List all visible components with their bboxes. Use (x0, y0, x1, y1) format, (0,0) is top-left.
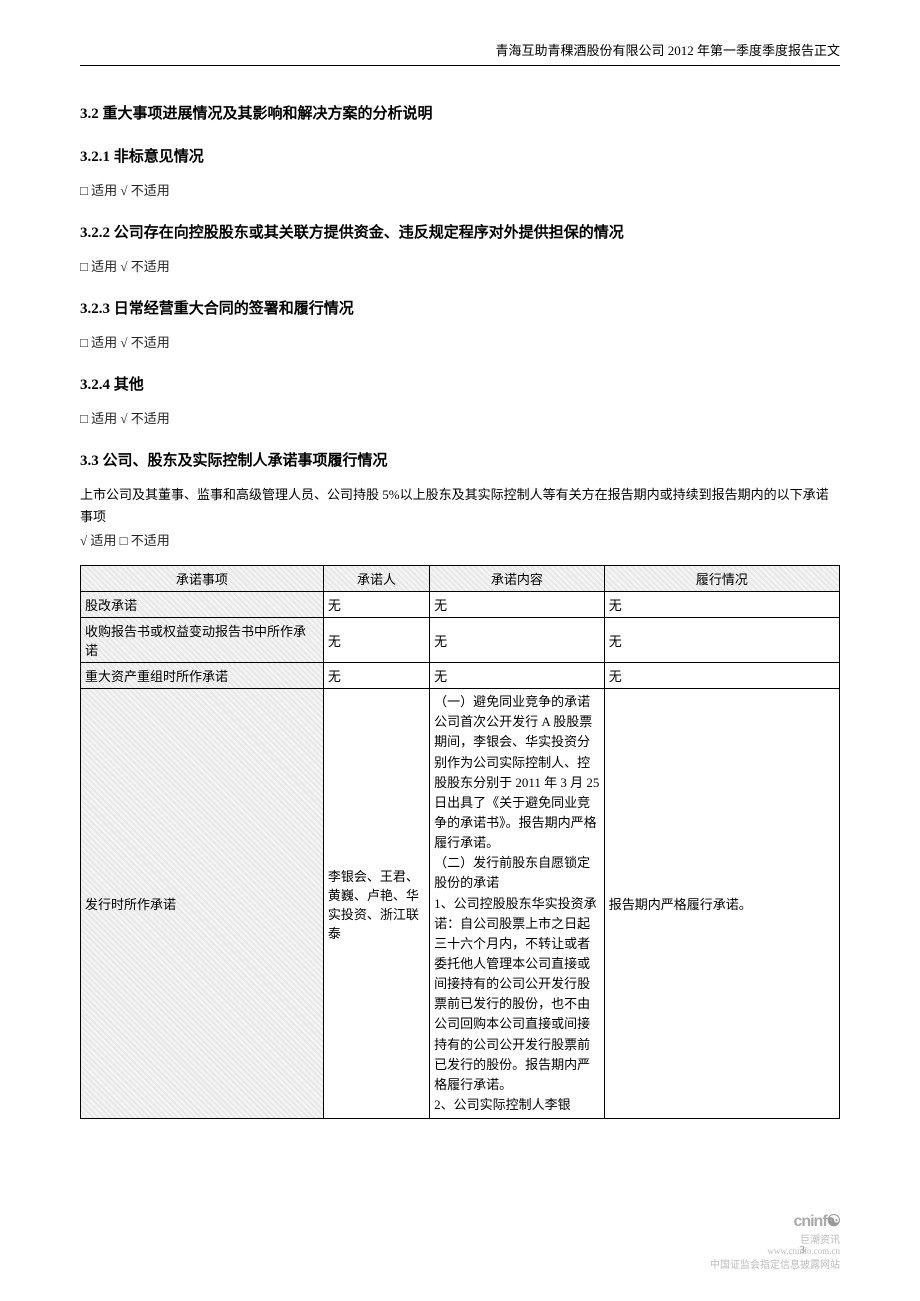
cell-person: 无 (323, 618, 429, 663)
cell-matter: 收购报告书或权益变动报告书中所作承诺 (81, 618, 324, 663)
table-row: 股改承诺 无 无 无 (81, 592, 840, 618)
th-status: 履行情况 (604, 566, 839, 592)
cell-content: 无 (430, 592, 605, 618)
heading-3-2-3: 3.2.3 日常经营重大合同的签署和履行情况 (80, 297, 840, 318)
cell-matter: 股改承诺 (81, 592, 324, 618)
applicability-3-2-2: □ 适用 √ 不适用 (80, 256, 840, 275)
logo-url: www.cninfo.com.cn (710, 1246, 840, 1256)
cell-matter: 发行时所作承诺 (81, 689, 324, 1119)
cell-status: 报告期内严格履行承诺。 (604, 689, 839, 1119)
document-page: 青海互助青稞酒股份有限公司 2012 年第一季度季度报告正文 3.2 重大事项进… (0, 0, 920, 1301)
logo-line: 中国证监会指定信息披露网站 (710, 1256, 840, 1271)
table-row: 发行时所作承诺 李银会、王君、黄巍、卢艳、华实投资、浙江联泰 （一）避免同业竞争… (81, 689, 840, 1119)
cell-content: 无 (430, 663, 605, 689)
table-row: 收购报告书或权益变动报告书中所作承诺 无 无 无 (81, 618, 840, 663)
running-header: 青海互助青稞酒股份有限公司 2012 年第一季度季度报告正文 (80, 40, 840, 66)
footer-logo-block: cninf☯ 巨潮资讯 www.cninfo.com.cn 中国证监会指定信息披… (710, 1211, 840, 1271)
cell-person: 无 (323, 592, 429, 618)
cell-content: （一）避免同业竞争的承诺 公司首次公开发行 A 股股票期间，李银会、华实投资分别… (430, 689, 605, 1119)
cell-person: 李银会、王君、黄巍、卢艳、华实投资、浙江联泰 (323, 689, 429, 1119)
cell-status: 无 (604, 618, 839, 663)
heading-3-3: 3.3 公司、股东及实际控制人承诺事项履行情况 (80, 449, 840, 470)
heading-3-2: 3.2 重大事项进展情况及其影响和解决方案的分析说明 (80, 102, 840, 123)
th-matter: 承诺事项 (81, 566, 324, 592)
logo-subtitle: 巨潮资讯 (710, 1231, 840, 1246)
cell-status: 无 (604, 663, 839, 689)
th-content: 承诺内容 (430, 566, 605, 592)
cell-matter: 重大资产重组时所作承诺 (81, 663, 324, 689)
heading-3-2-1: 3.2.1 非标意见情况 (80, 145, 840, 166)
th-person: 承诺人 (323, 566, 429, 592)
applicability-3-2-4: □ 适用 √ 不适用 (80, 408, 840, 427)
applicability-3-2-3: □ 适用 √ 不适用 (80, 332, 840, 351)
intro-text: 上市公司及其董事、监事和高级管理人员、公司持股 5%以上股东及其实际控制人等有关… (80, 484, 840, 528)
commitments-table: 承诺事项 承诺人 承诺内容 履行情况 股改承诺 无 无 无 收购报告书或权益变动… (80, 565, 840, 1119)
applicability-3-3: √ 适用 □ 不适用 (80, 530, 840, 549)
heading-3-2-4: 3.2.4 其他 (80, 373, 840, 394)
table-row: 重大资产重组时所作承诺 无 无 无 (81, 663, 840, 689)
applicability-3-2-1: □ 适用 √ 不适用 (80, 180, 840, 199)
cell-status: 无 (604, 592, 839, 618)
cell-content: 无 (430, 618, 605, 663)
cell-person: 无 (323, 663, 429, 689)
cninfo-logo: cninf☯ (710, 1211, 840, 1231)
table-header-row: 承诺事项 承诺人 承诺内容 履行情况 (81, 566, 840, 592)
heading-3-2-2: 3.2.2 公司存在向控股股东或其关联方提供资金、违反规定程序对外提供担保的情况 (80, 221, 840, 242)
